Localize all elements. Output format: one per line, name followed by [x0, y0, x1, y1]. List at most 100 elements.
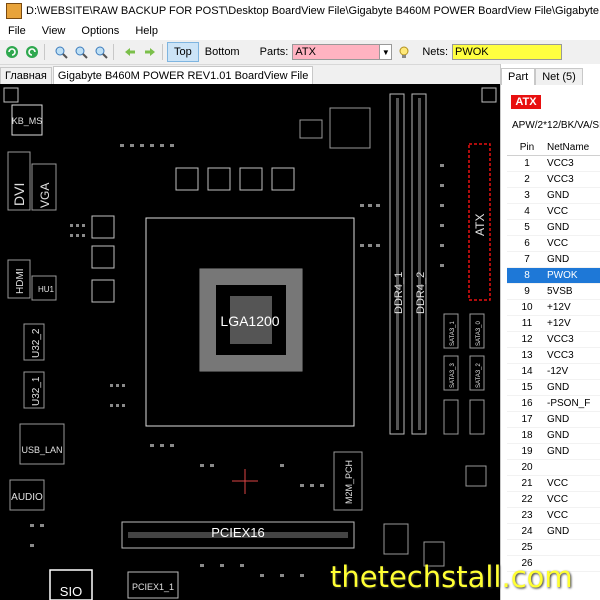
ddr4-1-label: DDR4_1 — [393, 272, 405, 314]
m2m-pch-label: M2M_PCH — [344, 460, 354, 504]
net-name: GND — [547, 187, 600, 204]
net-name: GND — [547, 523, 600, 540]
pin-number: 22 — [507, 491, 547, 508]
pin-number: 4 — [507, 203, 547, 220]
net-name: GND — [547, 251, 600, 268]
table-row[interactable]: 14 -12V — [507, 363, 600, 380]
table-row[interactable]: 16 -PSON_F — [507, 395, 600, 412]
net-name: VCC — [547, 507, 600, 524]
table-row[interactable]: 17 GND — [507, 411, 600, 428]
table-row[interactable]: 3 GND — [507, 187, 600, 204]
dvi-label: DVI — [11, 183, 27, 206]
pin-number: 10 — [507, 299, 547, 316]
tab-part[interactable]: Part — [501, 68, 536, 85]
toolbar-separator — [162, 44, 163, 60]
net-name: +12V — [547, 299, 600, 316]
net-name — [547, 459, 600, 476]
nets-input[interactable]: PWOK — [452, 44, 563, 60]
board-view[interactable]: KB_MS DVI VGA HDMI HU1 U32_2 U32_1 USB_L… — [0, 84, 500, 600]
pin-number: 9 — [507, 283, 547, 300]
zoom-out-icon[interactable] — [73, 44, 89, 60]
rotate-right-icon[interactable] — [24, 44, 40, 60]
table-row[interactable]: 6 VCC — [507, 235, 600, 252]
panel-tabs: Part Net (5) — [501, 68, 600, 86]
ddr4-2-label: DDR4_2 — [415, 272, 427, 314]
parts-label: Parts: — [259, 46, 289, 58]
table-row[interactable]: 8 PWOK — [507, 267, 600, 284]
table-row[interactable]: 13 VCC3 — [507, 347, 600, 364]
menu-options[interactable]: Options — [73, 25, 127, 37]
bottom-side-button[interactable]: Bottom — [199, 43, 246, 61]
net-name: -12V — [547, 363, 600, 380]
sata-label: SATA3_1 — [450, 321, 456, 346]
net-name: GND — [547, 411, 600, 428]
pin-number: 14 — [507, 363, 547, 380]
bulb-icon[interactable] — [396, 44, 412, 60]
table-row[interactable]: 7 GND — [507, 251, 600, 268]
net-name: VCC — [547, 203, 600, 220]
pin-number: 25 — [507, 539, 547, 556]
pin-number: 7 — [507, 251, 547, 268]
table-row[interactable]: 5 GND — [507, 219, 600, 236]
title-bar: D:\WEBSITE\RAW BACKUP FOR POST\Desktop B… — [0, 0, 600, 22]
table-row[interactable]: 21 VCC — [507, 475, 600, 492]
back-arrow-icon[interactable] — [122, 44, 138, 60]
table-row[interactable]: 23 VCC — [507, 507, 600, 524]
table-row[interactable]: 11 +12V — [507, 315, 600, 332]
tab-net[interactable]: Net (5) — [535, 68, 583, 85]
table-row[interactable]: 20 — [507, 459, 600, 476]
table-row[interactable]: 9 5VSB — [507, 283, 600, 300]
window-title: D:\WEBSITE\RAW BACKUP FOR POST\Desktop B… — [26, 5, 600, 17]
hu1-label: HU1 — [38, 285, 55, 294]
table-row[interactable]: 1 VCC3 — [507, 155, 600, 172]
zoom-in-icon[interactable] — [53, 44, 69, 60]
menu-help[interactable]: Help — [127, 25, 166, 37]
column-header-pin[interactable]: Pin — [507, 139, 547, 156]
atx-label: ATX — [473, 214, 487, 236]
zoom-fit-icon[interactable] — [93, 44, 109, 60]
net-name: VCC3 — [547, 155, 600, 172]
table-row[interactable]: 19 GND — [507, 443, 600, 460]
rotate-left-icon[interactable] — [4, 44, 20, 60]
kb-ms-label: KB_MS — [12, 116, 43, 126]
table-row[interactable]: 18 GND — [507, 427, 600, 444]
table-row[interactable]: 25 — [507, 539, 600, 556]
toolbar-separator — [113, 44, 114, 60]
parts-dropdown-icon[interactable]: ▼ — [380, 44, 393, 60]
table-row[interactable]: 22 VCC — [507, 491, 600, 508]
table-row[interactable]: 24 GND — [507, 523, 600, 540]
part-description: APW/2*12/BK/VA/SN — [512, 120, 600, 131]
tab-boardview-file[interactable]: Gigabyte B460M POWER REV1.01 BoardView F… — [52, 66, 314, 84]
tab-home[interactable]: Главная — [0, 67, 52, 84]
net-name: GND — [547, 427, 600, 444]
top-side-button[interactable]: Top — [167, 42, 199, 62]
pin-number: 16 — [507, 395, 547, 412]
menu-file[interactable]: File — [0, 25, 34, 37]
net-name: -PSON_F — [547, 395, 600, 412]
table-row[interactable]: 15 GND — [507, 379, 600, 396]
net-name: VCC — [547, 235, 600, 252]
pin-rows: 1 VCC3 2 VCC3 3 GND 4 VCC 5 GND 6 VCC 7 GND 8 PWOK 9 5VSB… — [507, 155, 600, 572]
menu-view[interactable]: View — [34, 25, 74, 37]
document-tabs: Главная Gigabyte B460M POWER REV1.01 Boa… — [0, 66, 500, 84]
u32-1-label: U32_1 — [31, 376, 42, 406]
app-icon — [6, 3, 22, 19]
pin-number: 5 — [507, 219, 547, 236]
forward-arrow-icon[interactable] — [142, 44, 158, 60]
lga-socket-label: LGA1200 — [220, 313, 279, 329]
table-row[interactable]: 4 VCC — [507, 203, 600, 220]
net-name: VCC — [547, 491, 600, 508]
watermark: thetechstall.com — [330, 560, 573, 594]
pciex16-label: PCIEX16 — [211, 525, 264, 540]
sata-label: SATA3_2 — [476, 363, 482, 388]
parts-input[interactable]: ATX — [292, 44, 381, 60]
table-row[interactable]: 12 VCC3 — [507, 331, 600, 348]
table-row[interactable]: 2 VCC3 — [507, 171, 600, 188]
audio-label: AUDIO — [11, 492, 43, 503]
column-header-netname[interactable]: NetName — [547, 139, 600, 156]
menu-bar: File View Options Help — [0, 22, 600, 40]
pin-number: 8 — [507, 267, 547, 284]
table-row[interactable]: 10 +12V — [507, 299, 600, 316]
net-name — [547, 539, 600, 556]
net-name: GND — [547, 443, 600, 460]
